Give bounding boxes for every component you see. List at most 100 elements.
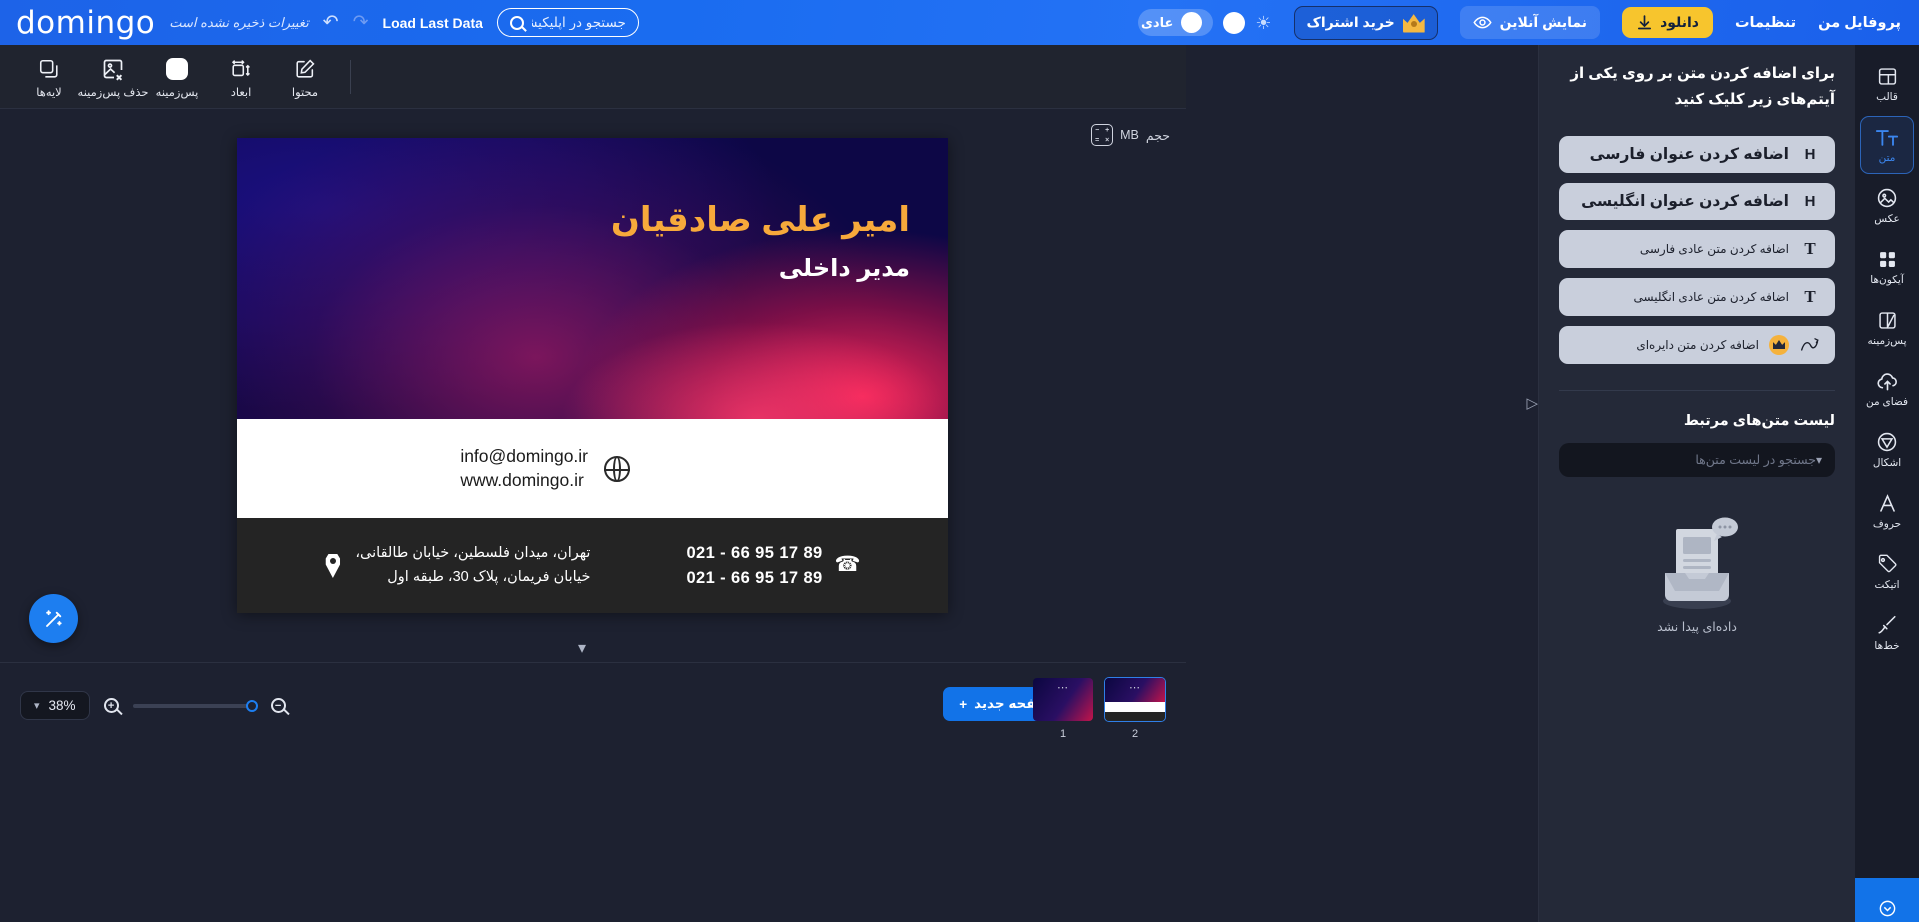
dimensions-icon — [230, 57, 252, 81]
slide-address-2[interactable]: خیابان فریمان، پلاک 30، طبقه اول — [355, 566, 590, 589]
slide-name[interactable]: امیر علی صادقیان — [611, 200, 910, 240]
lines-brush-icon — [1876, 614, 1898, 636]
toolbar-label: محتوا — [291, 86, 319, 99]
tag-icon — [1876, 553, 1898, 575]
rail-item-image[interactable]: عکس — [1860, 177, 1914, 235]
file-size-indicator: حجم MB + − × = — [1091, 124, 1170, 146]
online-preview-button[interactable]: نمایش آنلاین — [1459, 6, 1601, 39]
rail-label: حروف — [1872, 518, 1902, 530]
canvas-area[interactable]: حجم MB + − × = امیر علی صادقیان مدیر داخلی … — [0, 109, 1186, 662]
app-search[interactable] — [496, 8, 639, 37]
slide-contact-section: info@domingo.ir www.domingo.ir — [237, 419, 948, 518]
phone-lines: 021 - 66 95 17 89 021 - 66 95 17 89 — [686, 541, 822, 591]
rail-label: اتیکت — [1874, 579, 1900, 591]
header-right-group: پروفایل من تنظیمات دانلود نمایش آنلاین خ… — [1138, 5, 1919, 40]
hero-text-block[interactable]: امیر علی صادقیان مدیر داخلی — [611, 200, 910, 283]
rail-item-text[interactable]: متن — [1860, 116, 1914, 174]
subscription-label: خرید اشتراک — [1306, 14, 1395, 30]
rail-bottom-action[interactable] — [1855, 878, 1919, 922]
toolbar-item-background[interactable]: پس‌زمینه — [146, 55, 208, 99]
chevron-down-icon: ▾ — [34, 700, 40, 712]
image-icon — [1876, 187, 1898, 209]
canvas-collapse-chevron-icon[interactable]: ▾ — [578, 638, 586, 658]
page-thumb-preview[interactable]: ⋯ — [1032, 677, 1094, 722]
more-dots-icon[interactable]: ⋯ — [1057, 681, 1069, 694]
redo-arrow-icon[interactable]: ↷ — [353, 11, 369, 34]
toolbar-item-content[interactable]: محتوا — [274, 55, 336, 99]
slide-phone-1[interactable]: 021 - 66 95 17 89 — [686, 541, 822, 566]
rail-item-letters[interactable]: حروف — [1860, 482, 1914, 540]
slide-address-1[interactable]: تهران، میدان فلسطین، خیابان طالقانی، — [355, 542, 590, 565]
zoom-slider[interactable] — [132, 699, 258, 712]
rail-label: اشکال — [1872, 457, 1902, 469]
rail-item-icons[interactable]: آیکون‌ها — [1860, 238, 1914, 296]
rail-item-tag[interactable]: اتیکت — [1860, 543, 1914, 601]
undo-arrow-icon[interactable]: ↶ — [323, 11, 339, 34]
slide-role[interactable]: مدیر داخلی — [611, 254, 910, 283]
rail-item-my-space[interactable]: فضای من — [1860, 360, 1914, 418]
slide-hero-section: امیر علی صادقیان مدیر داخلی — [237, 138, 948, 419]
related-texts-search[interactable]: ▾ — [1559, 442, 1835, 477]
globe-icon — [604, 455, 630, 482]
add-persian-text-button[interactable]: T اضافه کردن متن عادی فارسی — [1559, 229, 1835, 268]
empty-caption: داده‌ای پیدا نشد — [1657, 619, 1737, 634]
add-english-text-button[interactable]: T اضافه کردن متن عادی انگلیسی — [1559, 277, 1835, 316]
page-thumb-item[interactable]: ⋯ 1 — [1032, 677, 1094, 740]
zoom-value: 38% — [48, 698, 76, 713]
settings-link[interactable]: تنظیمات — [1735, 15, 1796, 31]
zoom-level-dropdown[interactable]: ▾ 38% — [20, 691, 90, 720]
calculator-icon[interactable]: + − × = — [1091, 124, 1114, 146]
download-button[interactable]: دانلود — [1622, 7, 1713, 38]
zoom-out-icon[interactable]: − — [270, 698, 286, 713]
related-texts-title: لیست متن‌های مرتبط — [1683, 412, 1835, 429]
zoom-slider-thumb[interactable] — [245, 699, 258, 712]
rail-item-lines[interactable]: خط‌ها — [1860, 604, 1914, 662]
slide-website[interactable]: www.domingo.ir — [460, 469, 588, 492]
mode-toggle[interactable]: عادی — [1138, 9, 1214, 36]
unsaved-changes-text: تغییرات ذخیره نشده است — [169, 14, 309, 30]
location-pin-icon — [325, 554, 341, 578]
toolbar-item-dimensions[interactable]: ابعاد — [210, 55, 272, 99]
rail-item-template[interactable]: قالب — [1860, 55, 1914, 113]
preview-label: نمایش آنلاین — [1499, 14, 1588, 30]
rail-item-background[interactable]: پس‌زمینه — [1860, 299, 1914, 357]
download-label: دانلود — [1660, 14, 1699, 30]
theme-controls: ☀ عادی — [1138, 9, 1272, 36]
toolbar-item-remove-background[interactable]: حذف پس‌زمینه — [78, 55, 148, 99]
download-icon — [1636, 14, 1653, 31]
buy-subscription-button[interactable]: خرید اشتراک — [1293, 5, 1438, 40]
sun-icon[interactable]: ☀ — [1255, 14, 1271, 32]
theme-toggle-knob[interactable] — [1223, 11, 1246, 34]
page-number: 2 — [1131, 728, 1139, 740]
panel-collapse-arrow-icon[interactable]: ▷ — [1526, 394, 1538, 412]
letters-a-icon — [1877, 492, 1898, 514]
zoom-controls: ▾ 38% + − — [20, 691, 286, 720]
zoom-in-icon[interactable]: + — [103, 698, 119, 713]
add-english-heading-button[interactable]: H اضافه کردن عنوان انگلیسی — [1559, 182, 1835, 220]
profile-link[interactable]: پروفایل من — [1818, 15, 1901, 31]
cloud-upload-icon — [1876, 370, 1899, 392]
load-last-data-button[interactable]: Load Last Data — [383, 15, 483, 31]
mode-toggle-knob — [1181, 12, 1203, 33]
page-thumb-preview-selected[interactable]: ⋯ — [1104, 677, 1166, 722]
add-curved-text-button[interactable]: اضافه کردن متن دایره‌ای — [1559, 325, 1835, 364]
slide-canvas[interactable]: امیر علی صادقیان مدیر داخلی info@domingo… — [237, 138, 948, 613]
chevron-down-icon[interactable]: ▾ — [1816, 453, 1822, 467]
slide-email[interactable]: info@domingo.ir — [460, 445, 588, 468]
chevron-circle-down-icon — [1878, 899, 1897, 918]
related-search-input[interactable] — [1572, 452, 1816, 467]
panel-title: برای اضافه کردن متن بر روی یکی از آیتم‌ه… — [1570, 65, 1835, 109]
bottom-bar: ▾ 38% + − صفحه جدید + ⋯ 1 ⋯ 2 — [0, 662, 1186, 922]
text-tool-icon — [1875, 126, 1899, 148]
slide-phone-2[interactable]: 021 - 66 95 17 89 — [686, 566, 822, 591]
magic-wand-button[interactable] — [29, 594, 78, 643]
more-dots-icon[interactable]: ⋯ — [1129, 681, 1141, 694]
page-thumb-item[interactable]: ⋯ 2 — [1104, 677, 1166, 740]
crown-icon — [1402, 14, 1425, 33]
search-input[interactable] — [531, 15, 626, 30]
rail-item-shapes[interactable]: اشکال — [1860, 421, 1914, 479]
content-edit-icon — [294, 57, 316, 81]
add-persian-heading-button[interactable]: H اضافه کردن عنوان فارسی — [1559, 135, 1835, 173]
heading-h-icon: H — [1804, 145, 1816, 163]
toolbar-item-layers[interactable]: لایه‌ها — [18, 55, 80, 99]
